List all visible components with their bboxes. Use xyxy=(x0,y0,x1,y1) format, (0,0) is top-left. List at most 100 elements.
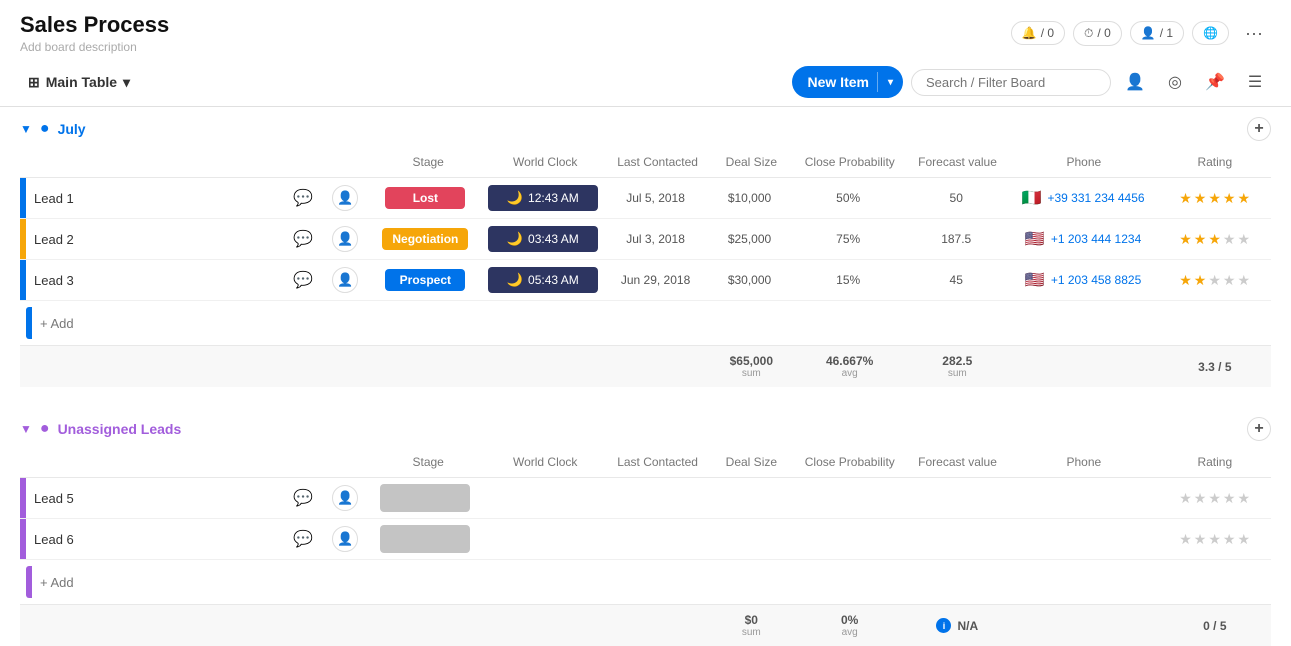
phone-cell: 🇺🇸+1 203 444 1234 xyxy=(1008,229,1158,249)
col-header-deal: Deal Size xyxy=(709,151,794,173)
table-row[interactable]: Lead 2 💬 👤 Negotiation 🌙03:43 AM Jul 3, … xyxy=(20,219,1271,260)
col-header-clock: World Clock xyxy=(484,151,606,173)
row-stage[interactable] xyxy=(369,484,482,512)
row-person[interactable]: 👤 xyxy=(322,185,369,211)
ua-col-header-deal: Deal Size xyxy=(709,451,794,473)
row-deal: $30,000 xyxy=(707,273,792,287)
unassigned-rows: Lead 5 💬 👤 ★★★★★ Lead 6 💬 👤 ★★★★★ xyxy=(20,478,1271,560)
comment-icon[interactable]: 💬 xyxy=(293,270,313,290)
title-area: Sales Process Add board description xyxy=(20,12,169,54)
stage-badge-empty xyxy=(380,484,470,512)
ua-col-header-stage: Stage xyxy=(372,451,484,473)
filter-icon[interactable]: ☰ xyxy=(1239,66,1271,98)
user-icon[interactable]: 👤 xyxy=(1119,66,1151,98)
toolbar: ⊞ Main Table ▾ New Item ▾ 👤 ◎ 📌 ☰ xyxy=(0,58,1291,107)
flag-icon: 🇮🇹 xyxy=(1022,188,1042,208)
table-grid-icon: ⊞ xyxy=(28,74,40,91)
star-empty: ★ xyxy=(1237,272,1250,289)
table-selector[interactable]: ⊞ Main Table ▾ xyxy=(20,70,138,95)
star-empty: ★ xyxy=(1223,231,1236,248)
row-stage[interactable]: Prospect xyxy=(369,269,482,291)
people-icon: 👤 xyxy=(1141,26,1156,40)
row-comment[interactable]: 💬 xyxy=(284,229,322,249)
activity-count: / 0 xyxy=(1041,26,1054,40)
section-spacer xyxy=(20,387,1271,407)
avatar: 👤 xyxy=(332,185,358,211)
row-comment[interactable]: 💬 xyxy=(284,529,322,549)
star-filled: ★ xyxy=(1237,190,1250,207)
moon-icon: 🌙 xyxy=(507,231,523,247)
phone-link[interactable]: +39 331 234 4456 xyxy=(1047,191,1144,205)
july-rows: Lead 1 💬 👤 Lost 🌙12:43 AM Jul 5, 2018 $1… xyxy=(20,178,1271,301)
comment-icon[interactable]: 💬 xyxy=(293,529,313,549)
activity-button[interactable]: 🔔 / 0 xyxy=(1011,21,1065,45)
ua-col-header-phone: Phone xyxy=(1009,451,1159,473)
row-stage[interactable]: Lost xyxy=(369,187,482,209)
table-row[interactable]: Lead 1 💬 👤 Lost 🌙12:43 AM Jul 5, 2018 $1… xyxy=(20,178,1271,219)
clock-badge: 🌙03:43 AM xyxy=(488,226,598,252)
row-comment[interactable]: 💬 xyxy=(284,488,322,508)
row-person[interactable]: 👤 xyxy=(322,267,369,293)
star-empty: ★ xyxy=(1223,490,1236,507)
comment-icon[interactable]: 💬 xyxy=(293,229,313,249)
phone-link[interactable]: +1 203 458 8825 xyxy=(1051,273,1141,287)
table-row[interactable]: Lead 6 💬 👤 ★★★★★ xyxy=(20,519,1271,560)
unassigned-group-header[interactable]: ▼ ● Unassigned Leads + xyxy=(20,407,1271,447)
pin-icon[interactable]: 📌 xyxy=(1199,66,1231,98)
clock-badge: 🌙12:43 AM xyxy=(488,185,598,211)
july-sum-prob: 46.667% avg xyxy=(793,354,905,379)
search-input[interactable] xyxy=(911,69,1111,96)
row-clock: 🌙12:43 AM xyxy=(482,185,604,211)
unassigned-dot: ● xyxy=(40,420,50,438)
compass-icon[interactable]: ◎ xyxy=(1159,66,1191,98)
july-group-header[interactable]: ▼ ● July + xyxy=(20,107,1271,147)
ua-col-header-forecast: Forecast value xyxy=(906,451,1009,473)
phone-link[interactable]: +1 203 444 1234 xyxy=(1051,232,1141,246)
ua-prob-val: 0% xyxy=(793,613,905,627)
comment-icon[interactable]: 💬 xyxy=(293,488,313,508)
row-rating: ★★★★★ xyxy=(1158,490,1271,507)
row-person[interactable]: 👤 xyxy=(322,226,369,252)
unassigned-add-row[interactable]: + Add xyxy=(20,560,1271,604)
more-button[interactable]: ··· xyxy=(1237,19,1271,48)
ua-col-header-clock: World Clock xyxy=(484,451,606,473)
people-button[interactable]: 👤 / 1 xyxy=(1130,21,1184,45)
ua-deal-label: sum xyxy=(709,627,793,638)
row-comment[interactable]: 💬 xyxy=(284,270,322,290)
board-subtitle[interactable]: Add board description xyxy=(20,40,169,54)
row-person[interactable]: 👤 xyxy=(322,526,369,552)
globe-button[interactable]: 🌐 xyxy=(1192,21,1229,45)
col-header-prob: Close Probability xyxy=(794,151,906,173)
star-filled: ★ xyxy=(1223,190,1236,207)
july-label: July xyxy=(58,121,86,137)
flag-icon: 🇺🇸 xyxy=(1025,270,1045,290)
new-item-button[interactable]: New Item ▾ xyxy=(792,66,904,98)
star-filled: ★ xyxy=(1194,190,1207,207)
comment-icon[interactable]: 💬 xyxy=(293,188,313,208)
ua-col-header-person xyxy=(325,458,372,466)
row-person[interactable]: 👤 xyxy=(322,485,369,511)
july-add-group-btn[interactable]: + xyxy=(1247,117,1271,141)
avatar: 👤 xyxy=(332,485,358,511)
july-rating-val: 3.3 / 5 xyxy=(1159,360,1271,374)
row-comment[interactable]: 💬 xyxy=(284,188,322,208)
row-clock: 🌙03:43 AM xyxy=(482,226,604,252)
globe-icon: 🌐 xyxy=(1203,26,1218,40)
july-add-row[interactable]: + Add xyxy=(20,301,1271,345)
table-row[interactable]: Lead 3 💬 👤 Prospect 🌙05:43 AM Jun 29, 20… xyxy=(20,260,1271,301)
moon-icon: 🌙 xyxy=(507,190,523,206)
row-stage[interactable] xyxy=(369,525,482,553)
star-rating: ★★★★★ xyxy=(1179,272,1250,289)
phone-cell: 🇺🇸 +1 203 458 8825 xyxy=(1008,270,1158,290)
row-name: Lead 3 xyxy=(26,273,284,288)
row-stage[interactable]: Negotiation xyxy=(369,228,482,250)
time-button[interactable]: ⏱ / 0 xyxy=(1073,21,1122,46)
row-prob: 50% xyxy=(792,191,905,205)
row-rating: ★★★★★ xyxy=(1158,190,1271,207)
unassigned-add-group-btn[interactable]: + xyxy=(1247,417,1271,441)
ua-col-header-comment xyxy=(287,458,325,466)
new-item-arrow: ▾ xyxy=(878,77,903,88)
july-sum-forecast: 282.5 sum xyxy=(906,354,1009,379)
ua-sum-deal: $0 sum xyxy=(709,613,793,638)
table-row[interactable]: Lead 5 💬 👤 ★★★★★ xyxy=(20,478,1271,519)
